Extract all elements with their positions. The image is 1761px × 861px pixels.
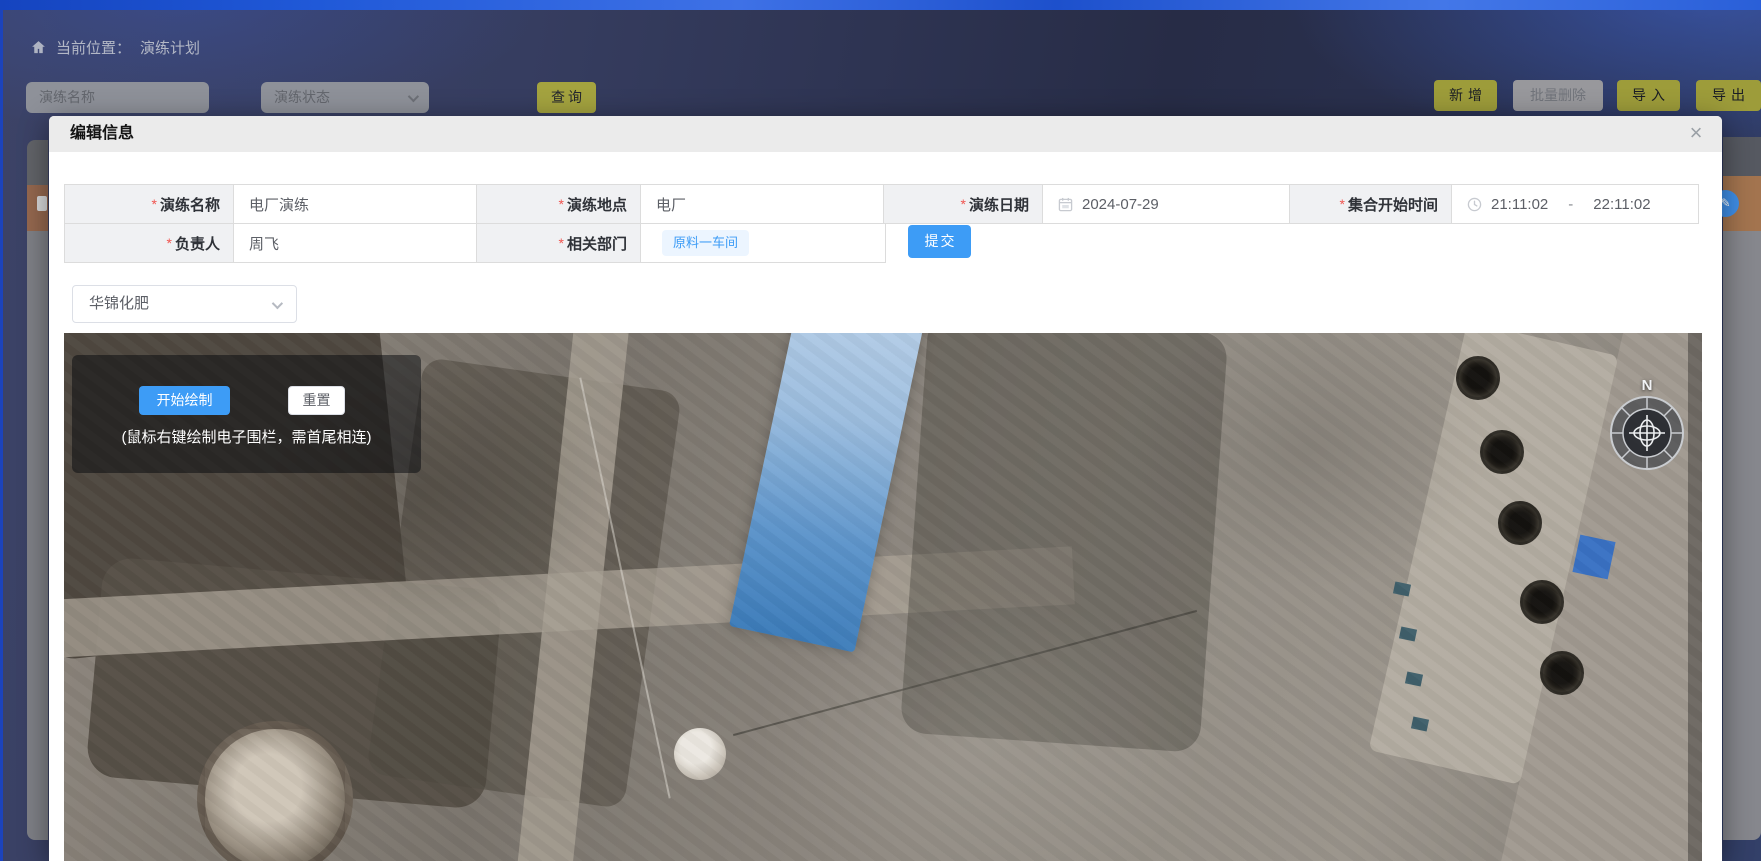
breadcrumb: 当前位置： 演练计划 bbox=[30, 36, 200, 58]
table-header-sliver bbox=[27, 140, 48, 185]
modal-header: 编辑信息 × bbox=[49, 116, 1722, 152]
assembly-time-start[interactable]: 21:11:02 bbox=[1491, 196, 1548, 213]
exercise-name-filter-placeholder: 演练名称 bbox=[39, 89, 95, 105]
map-feature-pump bbox=[1393, 581, 1411, 596]
department-tag[interactable]: 原料一车间 bbox=[662, 230, 749, 256]
leader-field[interactable]: 周飞 bbox=[234, 224, 477, 262]
departments-field[interactable]: 原料一车间 bbox=[641, 224, 884, 262]
map-compass[interactable]: N bbox=[1608, 377, 1686, 473]
left-edge-strip bbox=[0, 10, 3, 861]
top-glow-bar bbox=[0, 0, 1761, 10]
map-feature-strip bbox=[1688, 333, 1702, 861]
required-mark: * bbox=[559, 235, 564, 251]
clock-icon bbox=[1467, 197, 1482, 212]
start-draw-button[interactable]: 开始绘制 bbox=[139, 386, 230, 415]
exercise-location-field[interactable]: 电厂 bbox=[641, 185, 884, 223]
modal-title: 编辑信息 bbox=[70, 116, 134, 152]
chevron-down-icon bbox=[272, 298, 283, 309]
aerial-map[interactable]: 开始绘制 重置 (鼠标右键绘制电子围栏，需首尾相连) N bbox=[64, 333, 1702, 861]
breadcrumb-current: 演练计划 bbox=[140, 37, 200, 58]
edit-info-modal: 编辑信息 × * 演练名称 电厂演练 * 演练地点 电厂 * 演练日期 2024… bbox=[49, 116, 1722, 861]
table-body-sliver bbox=[1723, 231, 1761, 840]
exercise-status-filter-select[interactable]: 演练状态 bbox=[261, 82, 429, 113]
area-select-value: 华锦化肥 bbox=[89, 295, 149, 312]
map-feature-blue-container bbox=[1572, 535, 1615, 580]
close-icon[interactable]: × bbox=[1682, 119, 1710, 147]
required-mark: * bbox=[559, 196, 564, 212]
breadcrumb-label: 当前位置： bbox=[56, 37, 131, 58]
map-feature-fan bbox=[1498, 501, 1542, 545]
map-feature-fan bbox=[1540, 651, 1584, 695]
submit-button[interactable]: 提交 bbox=[908, 225, 971, 258]
home-icon bbox=[30, 39, 47, 56]
background-table-left-sliver bbox=[27, 140, 48, 840]
required-mark: * bbox=[167, 235, 172, 251]
assembly-time-separator: - bbox=[1568, 196, 1573, 213]
table-body-sliver bbox=[27, 231, 48, 840]
draw-hint-text: (鼠标右键绘制电子围栏，需首尾相连) bbox=[72, 426, 421, 447]
app-root: { "page_background": { "breadcrumb": { "… bbox=[0, 0, 1761, 861]
assembly-time-label: * 集合开始时间 bbox=[1290, 185, 1452, 223]
assembly-time-end[interactable]: 22:11:02 bbox=[1593, 196, 1650, 213]
map-feature-fan bbox=[1520, 580, 1564, 624]
exercise-date-label: * 演练日期 bbox=[884, 185, 1043, 223]
export-button[interactable]: 导出 bbox=[1696, 80, 1761, 111]
compass-north-label: N bbox=[1608, 377, 1686, 394]
row-checkbox-sliver bbox=[37, 196, 47, 211]
batch-delete-button[interactable]: 批量删除 bbox=[1513, 80, 1603, 111]
query-button[interactable]: 查询 bbox=[537, 82, 596, 113]
leader-label: * 负责人 bbox=[65, 224, 234, 262]
exercise-status-filter-placeholder: 演练状态 bbox=[274, 89, 330, 105]
exercise-name-filter-input[interactable]: 演练名称 bbox=[26, 82, 209, 113]
exercise-date-field[interactable]: 2024-07-29 bbox=[1043, 185, 1290, 223]
draw-control-panel: 开始绘制 重置 (鼠标右键绘制电子围栏，需首尾相连) bbox=[72, 355, 421, 473]
selected-row-sliver bbox=[27, 185, 48, 231]
required-mark: * bbox=[961, 196, 966, 212]
area-select[interactable]: 华锦化肥 bbox=[72, 285, 297, 323]
map-feature-fan bbox=[1480, 430, 1524, 474]
exercise-name-field[interactable]: 电厂演练 bbox=[234, 185, 477, 223]
reset-button[interactable]: 重置 bbox=[288, 386, 345, 415]
map-feature-fan bbox=[1456, 356, 1500, 400]
required-mark: * bbox=[1340, 196, 1345, 212]
map-feature-structures bbox=[900, 333, 1229, 753]
exercise-name-label: * 演练名称 bbox=[65, 185, 234, 223]
table-header-sliver bbox=[1723, 137, 1761, 176]
background-table-right-sliver: ✎ bbox=[1723, 137, 1761, 840]
departments-label: * 相关部门 bbox=[477, 224, 641, 262]
compass-dial-icon bbox=[1608, 394, 1686, 472]
assembly-time-field[interactable]: 21:11:02 - 22:11:02 bbox=[1452, 185, 1698, 223]
map-feature-dome bbox=[674, 728, 726, 780]
add-button[interactable]: 新增 bbox=[1434, 80, 1497, 111]
import-button[interactable]: 导入 bbox=[1617, 80, 1680, 111]
required-mark: * bbox=[152, 196, 157, 212]
form-row-2: * 负责人 周飞 * 相关部门 原料一车间 bbox=[64, 223, 886, 263]
chevron-down-icon bbox=[408, 91, 419, 102]
selected-row-sliver: ✎ bbox=[1723, 176, 1761, 231]
calendar-icon bbox=[1058, 197, 1073, 212]
form-row-1: * 演练名称 电厂演练 * 演练地点 电厂 * 演练日期 2024-07-29 … bbox=[64, 184, 1699, 224]
exercise-location-label: * 演练地点 bbox=[477, 185, 641, 223]
